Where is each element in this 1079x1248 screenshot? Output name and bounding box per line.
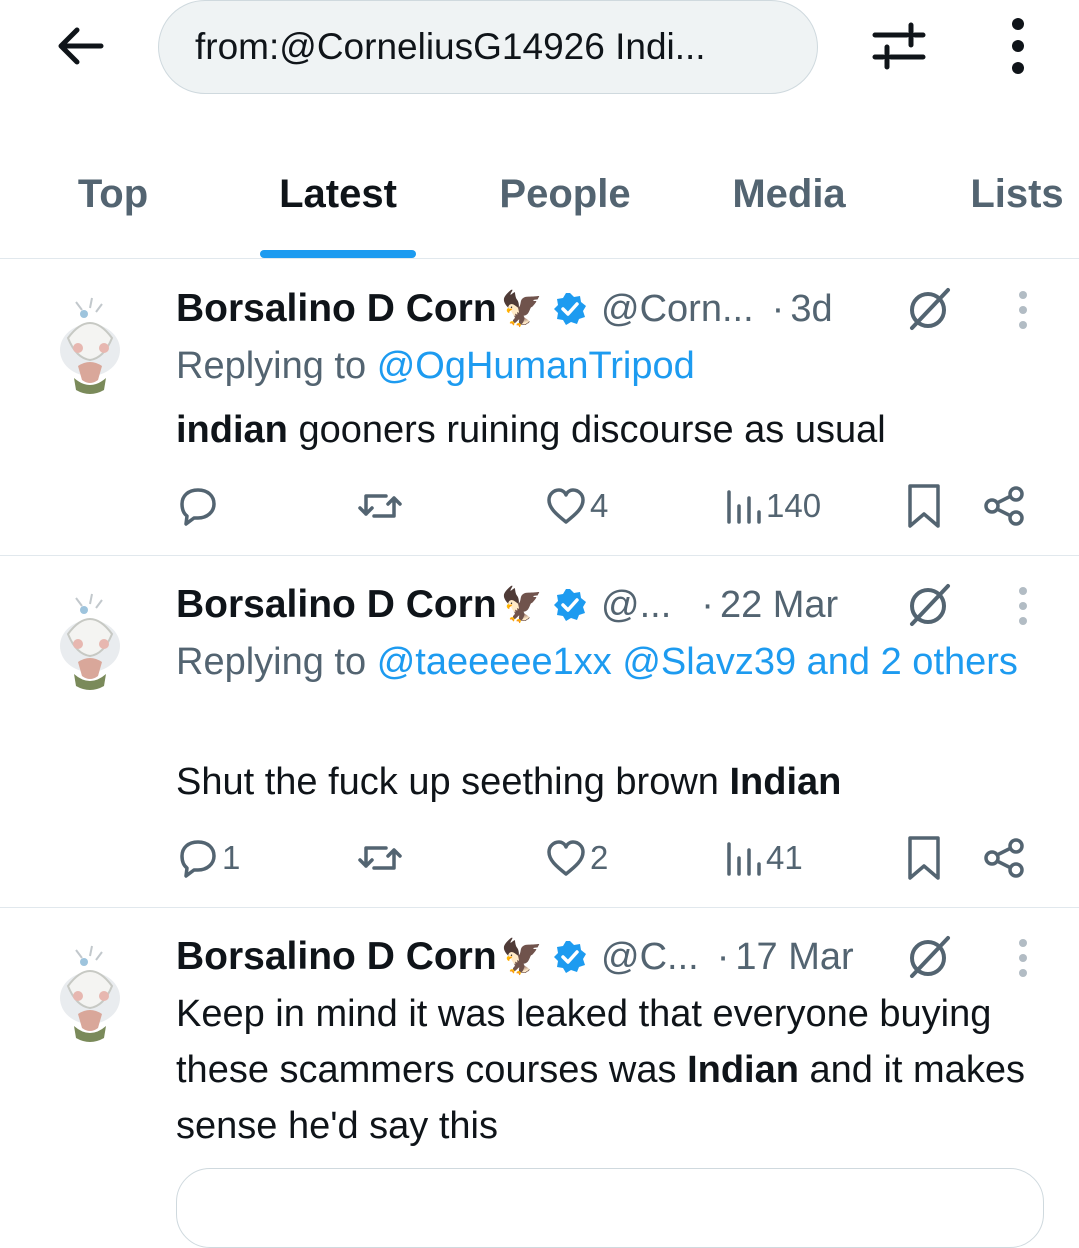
tweet-timestamp[interactable]: 22 Mar — [720, 584, 838, 626]
vertical-dots-icon[interactable] — [996, 14, 1040, 78]
tweet[interactable]: Borsalino D Corn 🦅 @C... · 17 Mar Keep in… — [0, 908, 1079, 1200]
active-tab-indicator — [260, 250, 416, 258]
avatar[interactable] — [48, 936, 132, 1048]
speech-bubble-icon — [180, 488, 216, 526]
reply-button[interactable]: 1 — [176, 830, 240, 886]
heart-icon — [547, 840, 585, 876]
grok-icon[interactable] — [904, 932, 954, 982]
mention-others-link[interactable]: and 2 others — [807, 641, 1018, 683]
retweet-button[interactable] — [356, 830, 404, 886]
tweet-timestamp[interactable]: 17 Mar — [735, 936, 853, 978]
mention-link[interactable]: @taeeeee1xx — [377, 641, 612, 683]
replying-to: Replying to @OgHumanTripod — [176, 345, 695, 387]
tweet-header: Borsalino D Corn 🦅 @C... · 17 Mar — [176, 935, 854, 979]
views-button[interactable]: 140 — [724, 478, 821, 534]
heart-icon — [547, 488, 585, 524]
tweet-actions: 1 2 41 — [176, 830, 1036, 886]
sliders-icon[interactable] — [866, 14, 932, 78]
bookmark-button[interactable] — [904, 830, 944, 886]
user-handle[interactable]: @C... — [601, 936, 699, 979]
avatar[interactable] — [48, 584, 132, 696]
retweet-icon — [358, 494, 402, 518]
share-icon — [984, 486, 1024, 526]
tweet-header: Borsalino D Corn 🦅 @... · 22 Mar — [176, 583, 839, 627]
bookmark-icon — [908, 484, 940, 528]
bookmark-button[interactable] — [904, 478, 944, 534]
bar-chart-icon — [727, 490, 761, 524]
reply-button[interactable] — [176, 478, 222, 534]
tweet[interactable]: Borsalino D Corn 🦅 @Corn... · 3d Replying… — [0, 260, 1079, 556]
share-button[interactable] — [982, 478, 1026, 534]
tweet-text: Keep in mind it was leaked that everyone… — [176, 993, 1025, 1147]
tweet-more-icon[interactable] — [1008, 280, 1038, 340]
avatar[interactable] — [48, 288, 132, 400]
back-arrow-icon[interactable] — [50, 18, 110, 74]
views-button[interactable]: 41 — [724, 830, 803, 886]
search-input[interactable] — [193, 25, 797, 69]
display-name[interactable]: Borsalino D Corn — [176, 935, 497, 979]
replying-to: Replying to @taeeeee1xx @Slavz39 and 2 o… — [176, 641, 1018, 683]
eagle-emoji: 🦅 — [500, 586, 544, 624]
tweet-actions: 4 140 — [176, 478, 1036, 534]
bar-chart-icon — [727, 842, 761, 876]
grok-icon[interactable] — [904, 580, 954, 630]
tweet-header: Borsalino D Corn 🦅 @Corn... · 3d — [176, 287, 833, 331]
retweet-icon — [358, 846, 402, 870]
tweet-timestamp[interactable]: 3d — [790, 288, 832, 330]
display-name[interactable]: Borsalino D Corn — [176, 583, 497, 627]
search-tabs: Top Latest People Media Lists — [0, 150, 1079, 259]
tweet-text: Shut the fuck up seething brown Indian — [176, 761, 842, 803]
verified-badge-icon — [553, 292, 587, 326]
bookmark-icon — [908, 836, 940, 880]
retweet-button[interactable] — [356, 478, 404, 534]
tweet-text: indian gooners ruining discourse as usua… — [176, 409, 886, 451]
verified-badge-icon — [553, 940, 587, 974]
tab-lists[interactable]: Lists — [958, 150, 1076, 258]
like-button[interactable]: 2 — [544, 830, 608, 886]
quoted-tweet-card[interactable] — [176, 1168, 1044, 1248]
mention-link[interactable]: @OgHumanTripod — [377, 345, 695, 387]
tab-latest[interactable]: Latest — [258, 150, 418, 258]
mention-link[interactable]: @Slavz39 — [622, 641, 796, 683]
share-button[interactable] — [982, 830, 1026, 886]
tweet[interactable]: Borsalino D Corn 🦅 @... · 22 Mar Replying… — [0, 556, 1079, 908]
user-handle[interactable]: @Corn... — [601, 288, 754, 331]
verified-badge-icon — [553, 588, 587, 622]
user-handle[interactable]: @... — [601, 584, 671, 627]
display-name[interactable]: Borsalino D Corn — [176, 287, 497, 331]
eagle-emoji: 🦅 — [500, 938, 544, 976]
grok-icon[interactable] — [904, 284, 954, 334]
speech-bubble-icon — [180, 840, 216, 878]
like-button[interactable]: 4 — [544, 478, 608, 534]
search-box[interactable] — [158, 0, 818, 94]
share-icon — [984, 838, 1024, 878]
tweet-more-icon[interactable] — [1008, 576, 1038, 636]
tweet-more-icon[interactable] — [1008, 928, 1038, 988]
tab-people[interactable]: People — [480, 150, 650, 258]
top-bar — [0, 0, 1079, 100]
eagle-emoji: 🦅 — [500, 290, 544, 328]
tab-media[interactable]: Media — [714, 150, 864, 258]
tab-top[interactable]: Top — [58, 150, 168, 258]
